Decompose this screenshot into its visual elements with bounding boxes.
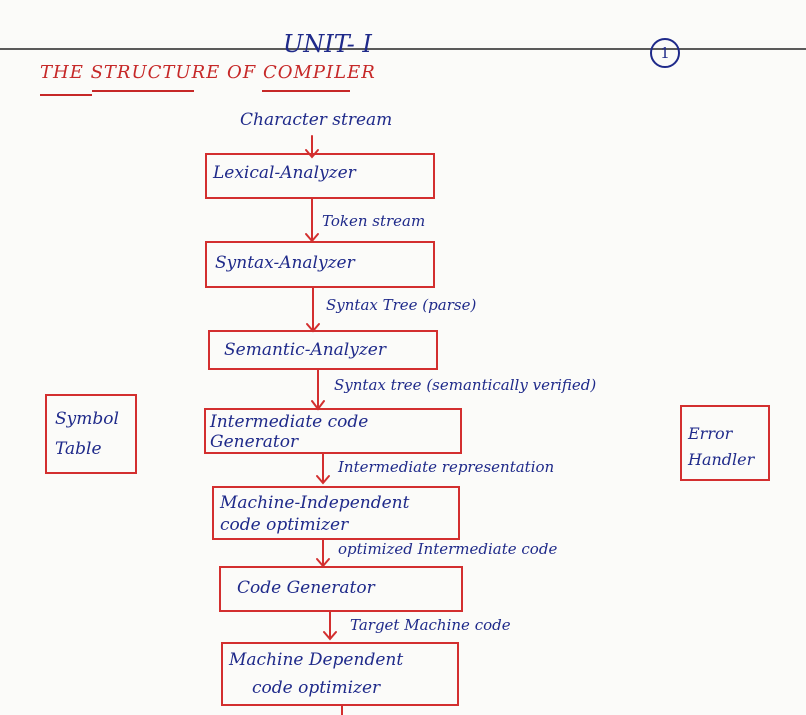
stage-label: Syntax-Analyzer <box>215 253 355 273</box>
stage-label: Machine-Independent code optimizer <box>220 493 410 535</box>
edge-label: Syntax tree (semantically verified) <box>334 376 597 394</box>
stage-label: Machine Dependent code optimizer <box>229 650 404 698</box>
stage-intermediate-code-generator: Intermediate code Generator <box>204 408 462 454</box>
edge-label: optimized Intermediate code <box>338 540 558 558</box>
symbol-table-label: Symbol Table <box>55 409 119 459</box>
symbol-table-box: Symbol Table <box>45 394 137 474</box>
stage-code-generator: Code Generator <box>219 566 463 612</box>
edge-label: Token stream <box>322 212 426 230</box>
stage-machine-dependent-optimizer: Machine Dependent code optimizer <box>221 642 459 706</box>
stage-label: Code Generator <box>237 578 375 598</box>
stage-lexical-analyzer: Lexical-Analyzer <box>205 153 435 199</box>
stage-label: Semantic-Analyzer <box>224 340 386 360</box>
stage-label: Lexical-Analyzer <box>213 163 356 183</box>
error-handler-box: Error Handler <box>680 405 770 481</box>
stage-machine-independent-optimizer: Machine-Independent code optimizer <box>212 486 460 540</box>
edge-label: Intermediate representation <box>338 458 555 476</box>
edge-label: Target Machine code <box>350 616 511 634</box>
stage-semantic-analyzer: Semantic-Analyzer <box>208 330 438 370</box>
stage-syntax-analyzer: Syntax-Analyzer <box>205 241 435 288</box>
stage-label: Intermediate code Generator <box>210 412 369 452</box>
error-handler-label: Error Handler <box>688 424 755 469</box>
edge-label: Syntax Tree (parse) <box>326 296 477 314</box>
